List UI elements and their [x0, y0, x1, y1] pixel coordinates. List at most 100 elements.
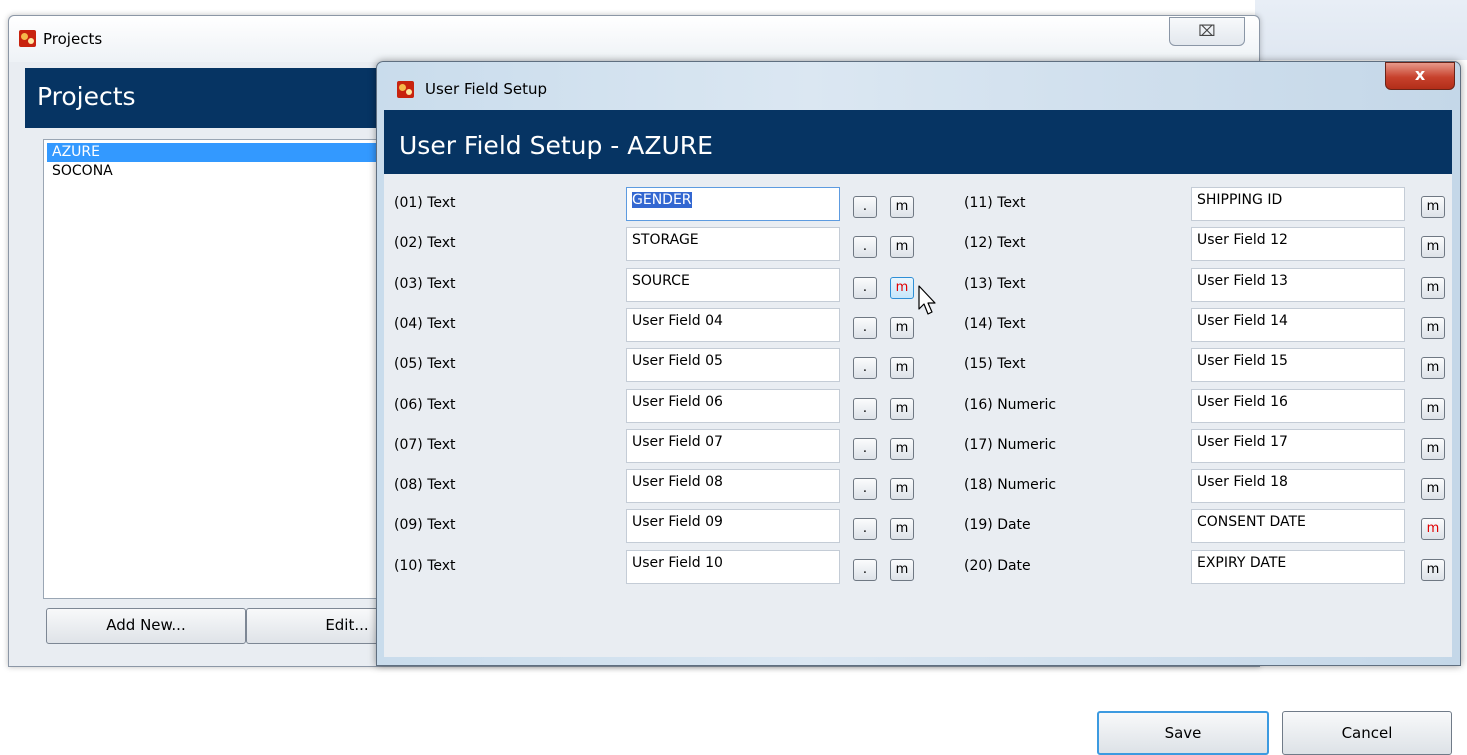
user-field-name-input[interactable] — [626, 348, 840, 383]
user-field-setup-dialog: User Field Setup x User Field Setup - AZ… — [376, 61, 1461, 755]
user-field-name-input[interactable] — [1191, 187, 1405, 221]
field-row: (01) Text. m — [394, 187, 934, 223]
field-modify-button[interactable]: m — [1421, 478, 1445, 501]
field-modify-button[interactable]: m — [890, 196, 914, 218]
field-modify-button[interactable]: m — [890, 558, 914, 581]
field-type-label: (10) Text — [394, 557, 456, 574]
field-type-label: (11) Text — [964, 195, 1026, 211]
field-options-button[interactable]: . — [853, 236, 877, 259]
field-row: (03) Text. m — [394, 267, 934, 304]
field-row: (02) Text. m — [394, 227, 934, 263]
field-modify-button[interactable]: m — [1421, 558, 1445, 581]
app-logo-icon — [19, 30, 36, 47]
field-row: (05) Text. m — [394, 348, 934, 384]
field-modify-button[interactable]: m — [890, 316, 914, 339]
field-options-button[interactable]: . — [853, 397, 877, 420]
user-field-name-input[interactable] — [1191, 549, 1405, 584]
field-type-label: (05) Text — [394, 356, 456, 373]
field-modify-button[interactable]: m — [890, 397, 914, 420]
field-type-label: (12) Text — [964, 235, 1026, 252]
user-field-name-input[interactable] — [626, 267, 840, 302]
field-type-label: (14) Text — [964, 315, 1026, 332]
field-options-button[interactable]: . — [853, 558, 877, 581]
cancel-button[interactable]: Cancel — [1282, 711, 1452, 755]
mouse-cursor-icon — [918, 285, 936, 315]
project-list[interactable]: AZURE SOCONA — [43, 139, 385, 599]
user-field-name-input[interactable] — [1191, 428, 1405, 463]
dialog-window-title: User Field Setup — [425, 80, 548, 98]
project-list-item[interactable]: AZURE — [47, 143, 381, 162]
field-options-button[interactable]: . — [853, 357, 877, 380]
field-type-label: (01) Text — [394, 195, 456, 211]
dialog-header: User Field Setup - AZURE — [384, 110, 1452, 174]
field-row: (06) Text. m — [394, 388, 934, 425]
user-field-name-input[interactable] — [1191, 509, 1405, 544]
field-modify-button[interactable]: m — [890, 437, 914, 460]
field-modify-button[interactable]: m — [1421, 316, 1445, 339]
field-row: (20) Date m — [964, 549, 1445, 586]
user-field-name-input[interactable] — [1191, 469, 1405, 504]
user-field-name-input[interactable] — [626, 388, 840, 423]
projects-header-title: Projects — [37, 82, 136, 111]
field-type-label: (02) Text — [394, 235, 456, 252]
field-options-button[interactable]: . — [853, 196, 877, 218]
field-row: (08) Text. m — [394, 469, 934, 505]
user-field-name-input[interactable] — [1191, 227, 1405, 262]
field-options-button[interactable]: . — [853, 316, 877, 339]
user-field-name-input[interactable] — [1191, 267, 1405, 302]
field-type-label: (15) Text — [964, 356, 1026, 373]
field-row: (10) Text. m — [394, 549, 934, 586]
field-type-label: (09) Text — [394, 517, 456, 534]
field-modify-button[interactable]: m — [1421, 357, 1445, 380]
projects-header: Projects — [25, 68, 385, 128]
field-row: (07) Text. m — [394, 428, 934, 465]
project-list-item[interactable]: SOCONA — [47, 162, 381, 181]
user-field-name-input[interactable] — [1191, 388, 1405, 423]
projects-titlebar[interactable]: Projects ⌧ — [9, 16, 1259, 62]
field-row: (04) Text. m — [394, 307, 934, 344]
field-type-label: (08) Text — [394, 477, 456, 494]
field-modify-button[interactable]: m — [890, 236, 914, 259]
user-field-name-input[interactable] — [1191, 307, 1405, 342]
user-field-name-input[interactable] — [626, 509, 840, 544]
dialog-close-button[interactable]: x — [1385, 62, 1455, 90]
field-row: (19) Date m — [964, 509, 1445, 545]
field-row: (15) Text m — [964, 348, 1445, 384]
user-field-name-input[interactable] — [626, 307, 840, 342]
field-type-label: (07) Text — [394, 436, 456, 453]
field-modify-button[interactable]: m — [890, 478, 914, 501]
field-modify-button[interactable]: m — [890, 518, 914, 541]
field-modify-button[interactable]: m — [1421, 276, 1445, 299]
field-row: (18) Numeric m — [964, 469, 1445, 505]
field-modify-button[interactable]: m — [1421, 236, 1445, 259]
field-options-button[interactable]: . — [853, 437, 877, 460]
dialog-header-title: User Field Setup - AZURE — [399, 131, 713, 160]
save-button[interactable]: Save — [1097, 711, 1269, 755]
field-row: (09) Text. m — [394, 509, 934, 545]
field-modify-button[interactable]: m — [890, 276, 914, 299]
field-type-label: (13) Text — [964, 275, 1026, 292]
field-type-label: (06) Text — [394, 396, 456, 413]
field-modify-button[interactable]: m — [1421, 518, 1445, 541]
field-modify-button[interactable]: m — [890, 357, 914, 380]
field-type-label: (04) Text — [394, 315, 456, 332]
user-field-name-input[interactable] — [626, 469, 840, 504]
field-row: (14) Text m — [964, 307, 1445, 344]
field-options-button[interactable]: . — [853, 518, 877, 541]
user-field-name-input[interactable] — [1191, 348, 1405, 383]
user-field-name-input[interactable] — [626, 227, 840, 262]
field-grid: Save Cancel (01) Text.m(02) Text.m(03) T… — [384, 174, 1452, 755]
field-options-button[interactable]: . — [853, 478, 877, 501]
field-options-button[interactable]: . — [853, 276, 877, 299]
field-modify-button[interactable]: m — [1421, 196, 1445, 218]
user-field-name-input[interactable] — [626, 428, 840, 463]
field-modify-button[interactable]: m — [1421, 437, 1445, 460]
add-new-button[interactable]: Add New... — [46, 608, 246, 644]
desktop-background — [1255, 0, 1467, 60]
user-field-name-input[interactable] — [626, 549, 840, 584]
user-field-name-input[interactable] — [626, 187, 840, 221]
field-type-label: (20) Date — [964, 557, 1031, 574]
close-icon[interactable]: ⌧ — [1169, 17, 1245, 46]
field-type-label: (17) Numeric — [964, 436, 1057, 453]
field-modify-button[interactable]: m — [1421, 397, 1445, 420]
